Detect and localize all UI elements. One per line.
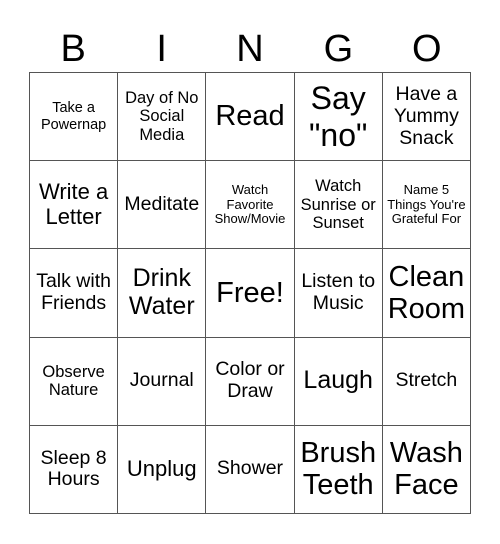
bingo-cell[interactable]: Watch Sunrise or Sunset (294, 161, 383, 250)
bingo-cell[interactable]: Listen to Music (294, 249, 383, 338)
bingo-cell[interactable]: Shower (206, 425, 295, 514)
free-space-cell[interactable]: Free! (206, 249, 295, 338)
bingo-cell[interactable]: Say "no" (294, 73, 383, 162)
header-letter-i: I (156, 28, 167, 70)
bingo-grid: Take a Powernap Day of No Social Media R… (29, 72, 471, 514)
bingo-cell[interactable]: Write a Letter (30, 161, 119, 250)
header-letter-n: N (236, 28, 264, 70)
bingo-cell[interactable]: Unplug (118, 425, 207, 514)
bingo-cell[interactable]: Drink Water (118, 249, 207, 338)
bingo-cell[interactable]: Name 5 Things You're Grateful For (382, 161, 471, 250)
bingo-cell[interactable]: Wash Face (382, 425, 471, 514)
header-letter-b: B (60, 28, 86, 70)
bingo-cell[interactable]: Observe Nature (30, 337, 119, 426)
bingo-cell[interactable]: Clean Room (382, 249, 471, 338)
bingo-cell[interactable]: Stretch (382, 337, 471, 426)
bingo-cell[interactable]: Meditate (118, 161, 207, 250)
bingo-header: B I N G O (29, 26, 471, 72)
bingo-cell[interactable]: Journal (118, 337, 207, 426)
bingo-cell[interactable]: Laugh (294, 337, 383, 426)
bingo-cell[interactable]: Day of No Social Media (118, 73, 207, 162)
bingo-cell[interactable]: Watch Favorite Show/Movie (206, 161, 295, 250)
bingo-cell[interactable]: Color or Draw (206, 337, 295, 426)
header-letter-o: O (412, 28, 442, 70)
bingo-cell[interactable]: Take a Powernap (30, 73, 119, 162)
bingo-cell[interactable]: Sleep 8 Hours (30, 425, 119, 514)
bingo-cell[interactable]: Talk with Friends (30, 249, 119, 338)
header-letter-g: G (323, 28, 354, 70)
bingo-cell[interactable]: Read (206, 73, 295, 162)
bingo-cell[interactable]: Brush Teeth (294, 425, 383, 514)
bingo-cell[interactable]: Have a Yummy Snack (382, 73, 471, 162)
